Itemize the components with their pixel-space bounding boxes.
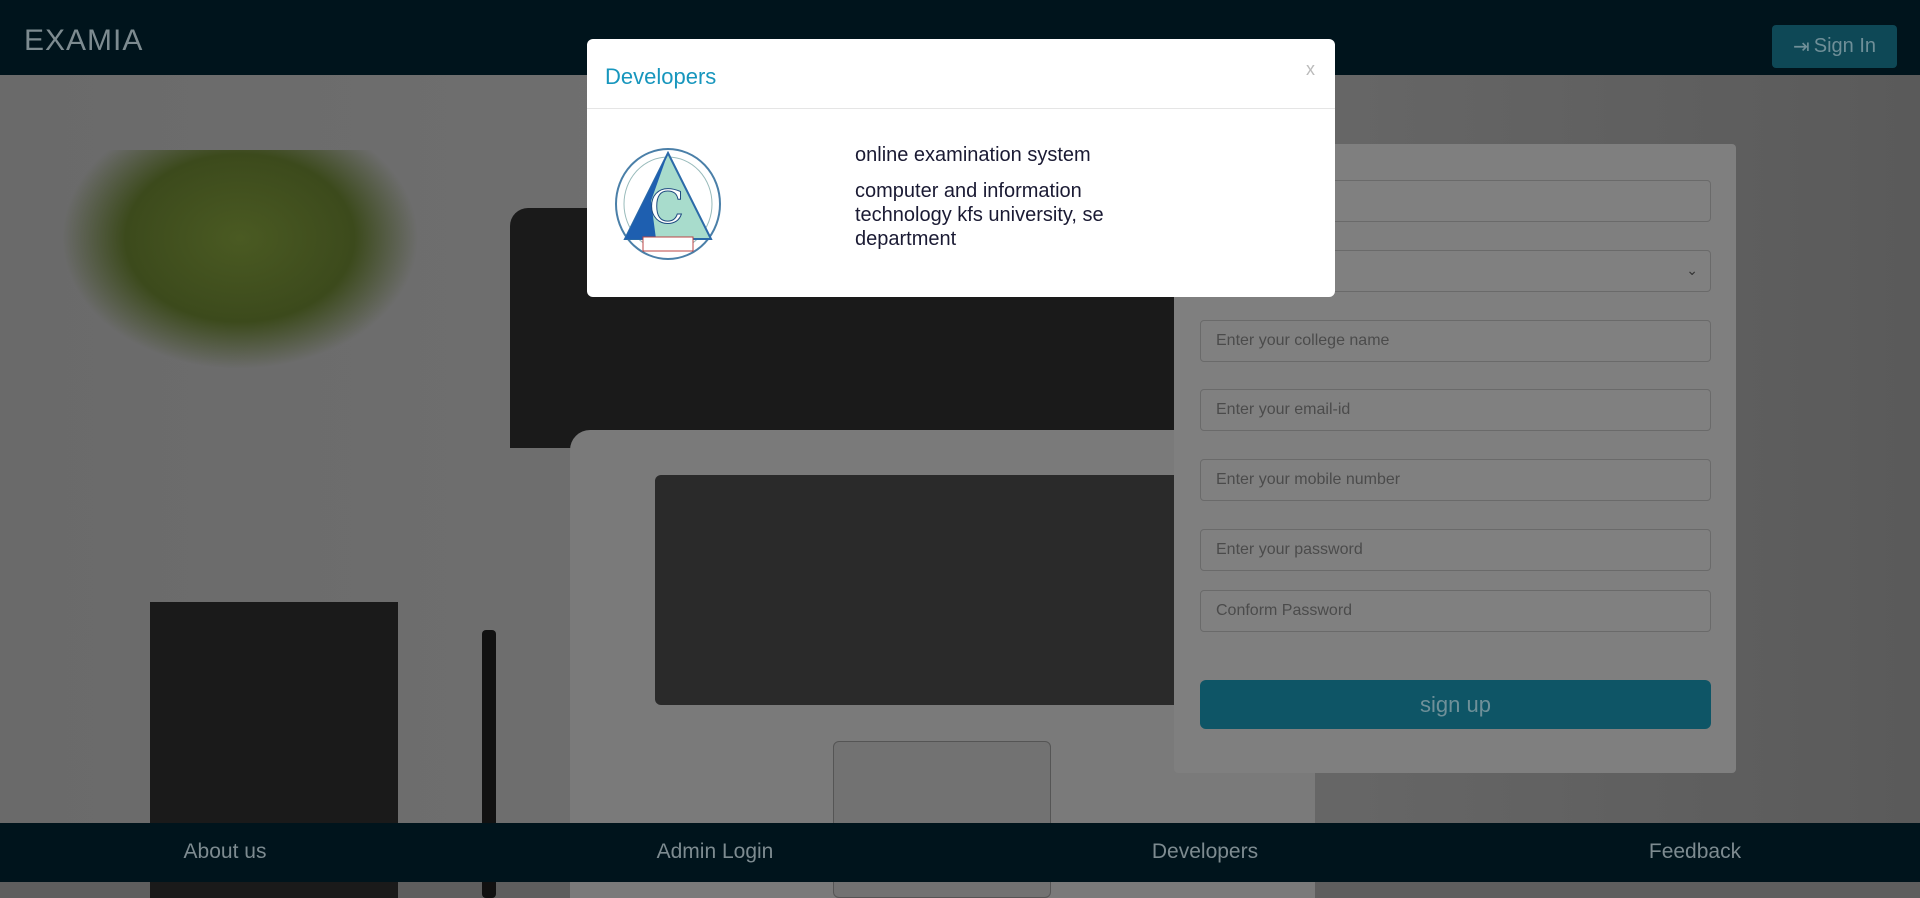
department-info: computer and information technology kfs … [855, 180, 1104, 250]
developers-modal: Developers x C online examination system… [587, 39, 1335, 297]
footer-feedback[interactable]: Feedback [1595, 840, 1795, 864]
footer-developers[interactable]: Developers [1105, 840, 1305, 864]
sign-up-button[interactable]: sign up [1200, 680, 1711, 729]
sign-in-label: Sign In [1813, 35, 1877, 57]
close-button[interactable]: x [1306, 59, 1315, 80]
modal-header: Developers x [587, 39, 1335, 109]
modal-body: online examination system computer and i… [855, 143, 1145, 263]
footer-admin-login[interactable]: Admin Login [615, 840, 815, 864]
email-input[interactable]: Enter your email-id [1200, 389, 1711, 431]
chevron-down-icon: ⌄ [1686, 262, 1698, 278]
university-logo: C [615, 148, 721, 260]
sign-in-button[interactable]: ⇥ Sign In [1772, 25, 1897, 68]
brand-logo[interactable]: EXAMIA [24, 24, 143, 58]
modal-title: Developers [605, 64, 717, 89]
keyboard-image [655, 475, 1215, 705]
mobile-input[interactable]: Enter your mobile number [1200, 459, 1711, 501]
footer-nav: About us Admin Login Developers Feedback [0, 823, 1920, 882]
password-input[interactable]: Enter your password [1200, 529, 1711, 571]
confirm-password-input[interactable]: Conform Password [1200, 590, 1711, 632]
sign-in-icon: ⇥ [1792, 36, 1810, 58]
college-name-input[interactable]: Enter your college name [1200, 320, 1711, 362]
project-name: online examination system [855, 144, 1091, 166]
plant-image [60, 150, 420, 370]
svg-text:C: C [649, 180, 684, 234]
footer-about-us[interactable]: About us [125, 840, 325, 864]
